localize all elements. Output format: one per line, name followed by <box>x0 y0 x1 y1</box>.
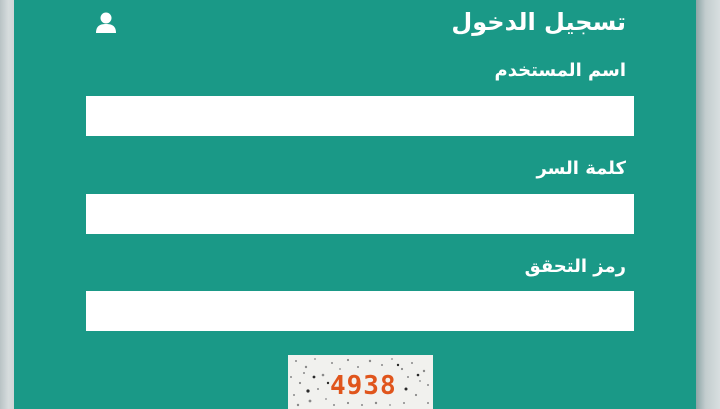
username-input[interactable] <box>86 96 634 136</box>
login-title: تسجيل الدخول <box>451 8 626 36</box>
username-label: اسم المستخدم <box>494 60 626 81</box>
captcha-image[interactable]: 4938 <box>288 355 433 409</box>
login-panel: تسجيل الدخول اسم المستخدم كلمة السر رمز … <box>14 0 696 409</box>
password-label: كلمة السر <box>536 158 626 179</box>
right-frame-edge <box>696 0 720 409</box>
user-icon <box>94 11 118 35</box>
left-frame-edge <box>0 0 14 409</box>
captcha-input[interactable] <box>86 291 634 331</box>
captcha-code: 4938 <box>330 371 397 401</box>
password-input[interactable] <box>86 194 634 234</box>
captcha-label: رمز التحقق <box>524 256 626 277</box>
